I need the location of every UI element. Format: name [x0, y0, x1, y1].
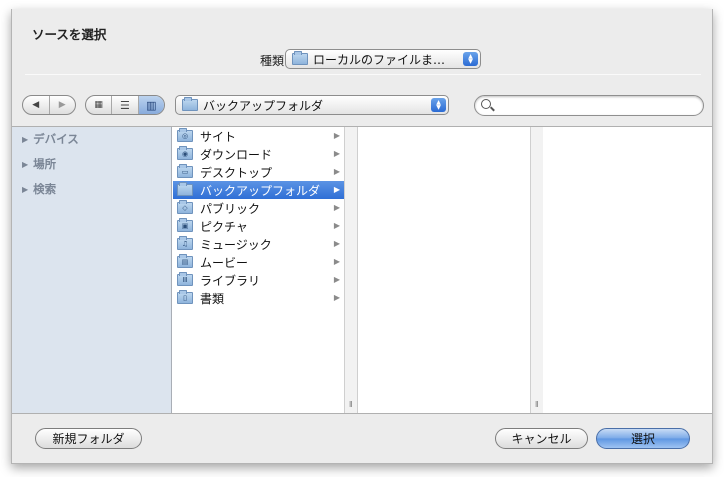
sidebar-item-devices[interactable]: ▶ デバイス [22, 131, 79, 147]
column-view-button[interactable]: ▥ [138, 96, 164, 114]
location-popup[interactable]: バックアップフォルダ ▲ ▼ [175, 95, 449, 115]
list-item[interactable]: ▣ ピクチャ ▶ [173, 217, 344, 235]
sidebar-item-label: デバイス [33, 132, 79, 146]
desktop-folder-icon: ▭ [177, 164, 193, 178]
list-item[interactable]: ◎ サイト ▶ [173, 127, 344, 145]
forward-arrow-icon: ▶ [58, 100, 66, 110]
sidebar-item-label: 場所 [33, 157, 57, 171]
list-item-label: ムービー [200, 255, 249, 270]
list-item-label: バックアップフォルダ [200, 183, 321, 198]
column-resize-handle[interactable]: ll [530, 127, 544, 413]
column-resize-handle[interactable]: ll [344, 127, 358, 413]
choose-source-dialog: ソースを選択 種類: ローカルのファイルま… ▲ ▼ ◀ ▶ ▦ ☰ ▥ バックア… [11, 9, 713, 464]
search-icon [481, 99, 491, 109]
disclosure-triangle-icon[interactable]: ▶ [22, 160, 28, 169]
new-folder-button[interactable]: 新規フォルダ [35, 428, 142, 449]
forward-button[interactable]: ▶ [50, 96, 76, 114]
list-item-label: デスクトップ [200, 165, 273, 180]
kind-label: 種類: [259, 54, 288, 68]
kind-value: ローカルのファイルま… [313, 52, 446, 67]
list-item-label: 書類 [200, 291, 225, 306]
cancel-button[interactable]: キャンセル [495, 428, 588, 449]
nav-buttons: ◀ ▶ [22, 95, 76, 115]
chevron-right-icon: ▶ [333, 221, 340, 230]
downloads-folder-icon: ◉ [177, 146, 193, 160]
sites-folder-icon: ◎ [177, 128, 193, 142]
sidebar-item-label: 検索 [33, 182, 57, 196]
list-item-label: ライブラリ [200, 273, 261, 288]
list-item[interactable]: ▯ 書類 ▶ [173, 289, 344, 307]
disclosure-triangle-icon[interactable]: ▶ [22, 135, 28, 144]
list-item[interactable]: ♫ ミュージック ▶ [173, 235, 344, 253]
chevron-right-icon: ▶ [333, 293, 340, 302]
search-field[interactable] [474, 95, 704, 116]
list-item-label: ピクチャ [200, 219, 248, 234]
kind-popup[interactable]: ローカルのファイルま… ▲ ▼ [285, 49, 481, 69]
chevron-right-icon: ▶ [333, 149, 340, 158]
browser-column-1: ◎ サイト ▶ ◉ ダウンロード ▶ ▭ デスクトップ ▶ バックアップフォルダ… [173, 127, 344, 413]
choose-button[interactable]: 選択 [596, 428, 690, 449]
resize-grip-icon: ll [535, 400, 539, 409]
list-item[interactable]: Ⅲ ライブラリ ▶ [173, 271, 344, 289]
list-item[interactable]: ◉ ダウンロード ▶ [173, 145, 344, 163]
chevron-right-icon: ▶ [333, 185, 340, 194]
list-view-button[interactable]: ☰ [112, 96, 139, 114]
chevron-right-icon: ▶ [333, 131, 340, 140]
disclosure-triangle-icon[interactable]: ▶ [22, 185, 28, 194]
music-folder-icon: ♫ [177, 236, 193, 250]
toolbar: ◀ ▶ ▦ ☰ ▥ バックアップフォルダ ▲ ▼ [12, 95, 712, 117]
list-item-label: ミュージック [200, 237, 272, 252]
chevron-right-icon: ▶ [333, 257, 340, 266]
file-browser: ▶ デバイス ▶ 場所 ▶ 検索 ◎ サイト ▶ ◉ ダウンロード ▶ ▭ デス… [12, 126, 712, 414]
list-item-label: サイト [200, 129, 237, 144]
list-item[interactable]: ▭ デスクトップ ▶ [173, 163, 344, 181]
dialog-title: ソースを選択 [32, 27, 107, 42]
browser-column-3 [543, 127, 712, 413]
list-item-selected[interactable]: バックアップフォルダ ▶ [173, 181, 344, 199]
view-switcher: ▦ ☰ ▥ [85, 95, 165, 115]
list-view-icon: ☰ [120, 98, 130, 112]
popup-stepper-icon: ▲ ▼ [463, 52, 478, 66]
documents-folder-icon: ▯ [177, 290, 193, 304]
list-item-label: パブリック [200, 201, 261, 216]
pictures-folder-icon: ▣ [177, 218, 193, 232]
chevron-right-icon: ▶ [333, 167, 340, 176]
list-item[interactable]: ▤ ムービー ▶ [173, 253, 344, 271]
folder-icon [182, 97, 198, 111]
movies-folder-icon: ▤ [177, 254, 193, 268]
library-folder-icon: Ⅲ [177, 272, 193, 286]
resize-grip-icon: ll [349, 400, 353, 409]
sidebar-item-search[interactable]: ▶ 検索 [22, 181, 56, 197]
icon-view-icon: ▦ [94, 100, 103, 110]
sidebar-item-places[interactable]: ▶ 場所 [22, 156, 56, 172]
chevron-right-icon: ▶ [333, 203, 340, 212]
back-arrow-icon: ◀ [32, 100, 40, 110]
list-item[interactable]: ◇ パブリック ▶ [173, 199, 344, 217]
list-item-label: ダウンロード [200, 147, 273, 162]
folder-icon [177, 182, 193, 196]
public-folder-icon: ◇ [177, 200, 193, 214]
column-view-icon: ▥ [146, 98, 157, 112]
location-value: バックアップフォルダ [203, 98, 324, 113]
folder-icon [292, 51, 308, 65]
sidebar: ▶ デバイス ▶ 場所 ▶ 検索 [12, 127, 172, 413]
icon-view-button[interactable]: ▦ [86, 96, 113, 114]
popup-stepper-icon: ▲ ▼ [431, 98, 446, 112]
browser-column-2 [358, 127, 530, 413]
chevron-right-icon: ▶ [333, 275, 340, 284]
back-button[interactable]: ◀ [23, 96, 50, 114]
chevron-right-icon: ▶ [333, 239, 340, 248]
header-separator [25, 74, 701, 75]
kind-row: 種類: ローカルのファイルま… ▲ ▼ [12, 49, 712, 71]
